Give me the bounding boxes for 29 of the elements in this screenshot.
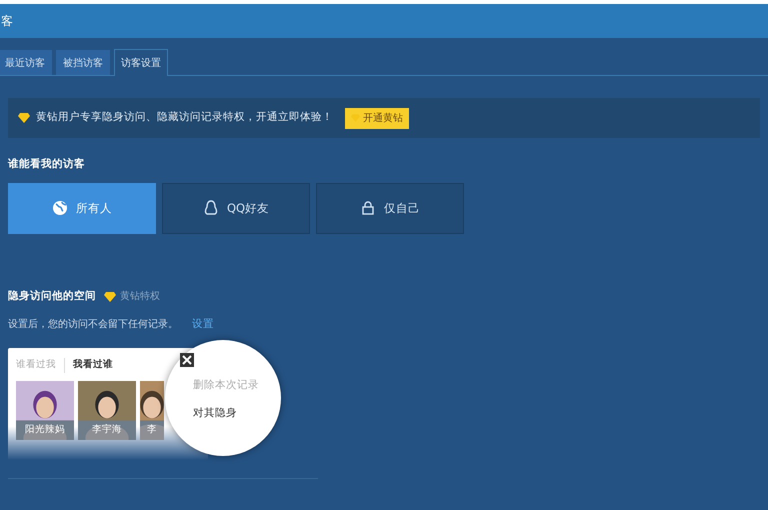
preview-tab[interactable]: 我看过谁	[64, 358, 113, 372]
tab[interactable]: 被挡访客	[56, 50, 110, 75]
visitor-name: 阳光辣妈	[24, 423, 66, 438]
lock-icon	[360, 200, 376, 216]
section-title: 谁能看我的访客	[8, 157, 86, 172]
visitor-tile[interactable]: 李	[140, 380, 164, 440]
section-title: 隐身访问他的空间	[8, 288, 96, 304]
tab[interactable]: 访客设置	[114, 49, 168, 76]
visibility-option[interactable]: 所有人	[8, 182, 156, 234]
preview-tab[interactable]: 谁看过我	[16, 358, 56, 372]
tab[interactable]: 最近访客	[0, 50, 52, 75]
visitor-name: 李宇海	[91, 423, 123, 438]
menu-item[interactable]: 删除本次记录	[193, 378, 281, 394]
visibility-option[interactable]: QQ好友	[162, 182, 310, 234]
upgrade-button[interactable]: 开通黄钻	[345, 108, 409, 128]
description-text: 设置后，您的访问不会留下任何记录。	[8, 318, 178, 332]
promo-text: 黄钻用户专享隐身访问、隐藏访问记录特权，开通立即体验！	[36, 110, 333, 126]
visibility-option[interactable]: 仅自己	[316, 182, 464, 234]
visitor-name: 李	[146, 423, 158, 438]
globe-icon	[52, 200, 68, 216]
settings-link[interactable]: 设置	[192, 316, 214, 332]
close-icon[interactable]	[180, 353, 194, 368]
visitor-tile[interactable]: 李宇海	[78, 380, 136, 440]
privilege-label: 黄钻特权	[120, 290, 160, 304]
diamond-icon	[104, 290, 116, 303]
menu-item[interactable]: 对其隐身	[193, 406, 281, 422]
visitor-tile[interactable]: 阳光辣妈	[16, 380, 74, 440]
window-title: 客	[1, 13, 13, 30]
diamond-icon	[18, 112, 30, 124]
